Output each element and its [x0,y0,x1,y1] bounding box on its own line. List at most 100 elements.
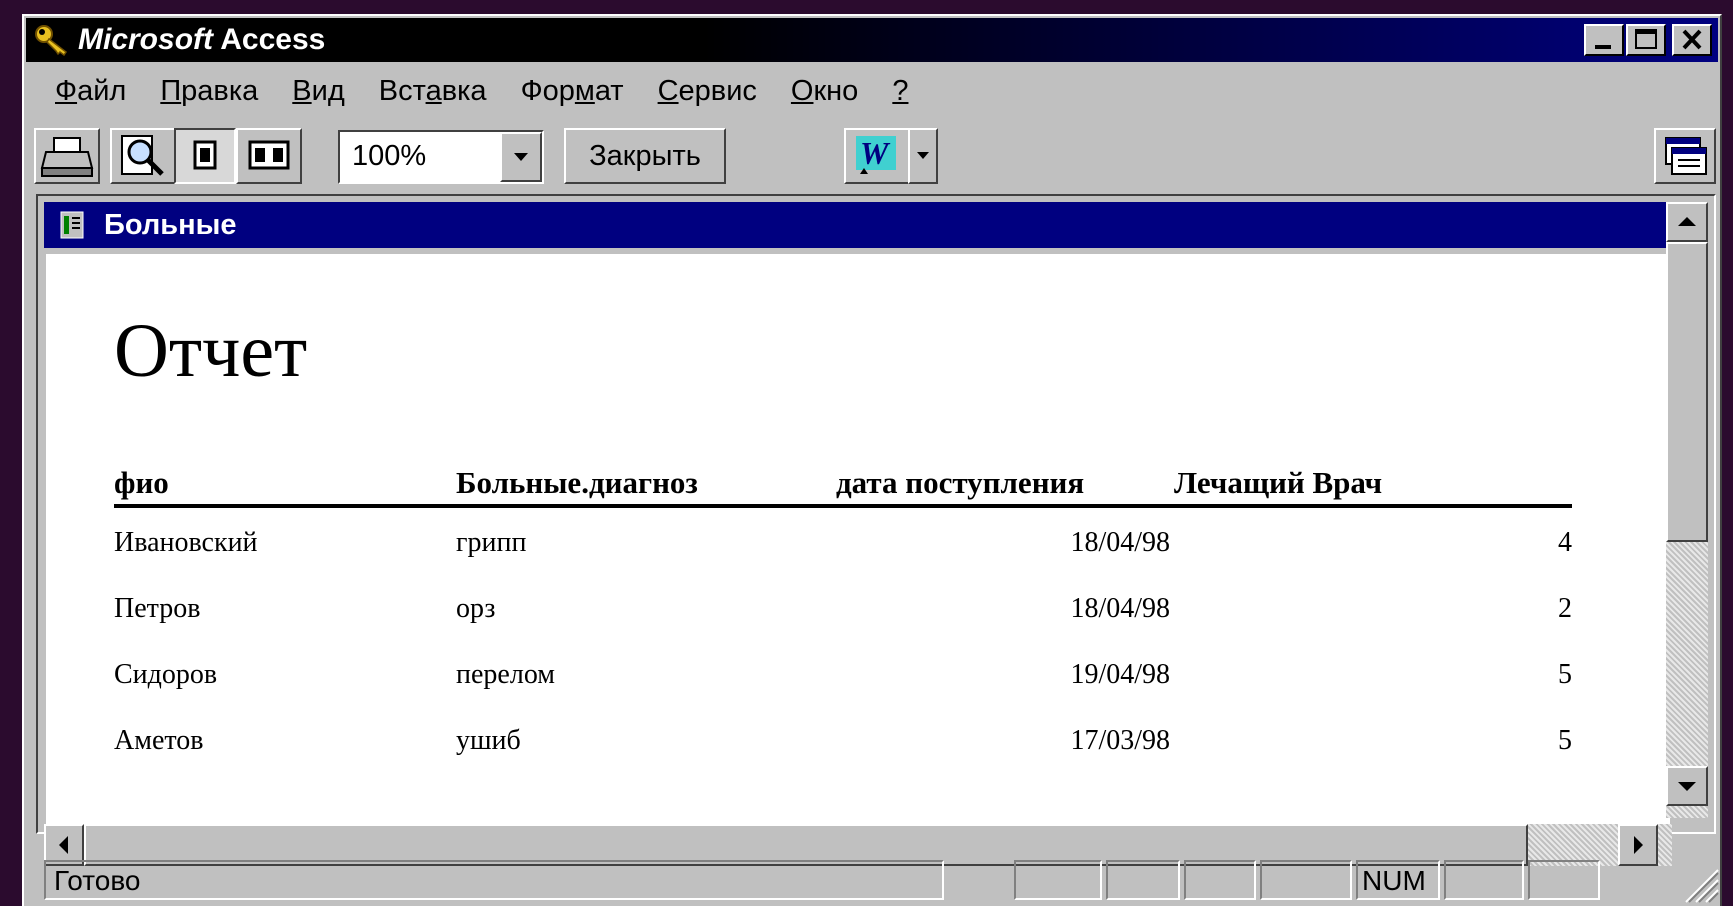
status-indicator-panel [1444,860,1524,900]
app-title-brand: Microsoft [78,23,213,56]
minimize-button[interactable] [1584,24,1624,56]
menu-help-mnemonic: ? [892,75,909,107]
cell-diagnosis: орз [456,593,496,624]
menu-edit-mnemonic: П [160,75,182,107]
access-window: Microsoft Access Файл Правка Вид Вставка… [22,14,1722,906]
arrow-up-icon [1678,217,1696,226]
status-indicator-panel [1260,860,1352,900]
cell-diagnosis: перелом [456,659,555,690]
menu-window-mnemonic: О [790,75,814,107]
office-links-button[interactable]: W [844,128,910,184]
report-page[interactable]: Отчет фио Больные.диагноз дата поступлен… [46,254,1670,824]
menu-tools-mnemonic: С [657,75,679,107]
close-icon [1682,29,1702,50]
status-text: Готово [54,865,141,896]
maximize-button[interactable] [1626,24,1666,56]
report-title: Отчет [114,309,308,393]
menu-insert-suffix: вка [441,75,487,107]
menu-format-prefix: Фор [520,75,575,107]
menu-format-suffix: ат [594,75,624,107]
office-links-dropdown[interactable] [908,128,938,184]
one-page-icon [193,140,217,170]
svg-text:W: W [860,135,891,171]
close-preview-label: Закрыть [589,140,701,172]
status-message-panel: Готово [44,860,944,900]
menu-insert-mnemonic: а [425,75,442,107]
menu-window[interactable]: Окно [774,68,875,112]
two-pages-icon [248,140,290,170]
menu-help[interactable]: ? [875,68,925,112]
menu-bar: Файл Правка Вид Вставка Формат Сервис Ок… [38,68,925,112]
report-window-titlebar[interactable]: Больные [44,202,1672,248]
scroll-down-button[interactable] [1666,766,1708,806]
word-w-icon: W [856,135,896,174]
vertical-scrollbar[interactable] [1666,202,1708,818]
print-button[interactable] [34,128,100,184]
toolbar: 100% Закрыть W [26,120,1718,196]
cell-doctor: 2 [1558,593,1572,624]
cell-admission-date: 18/04/98 [1070,593,1170,624]
cell-doctor: 4 [1558,527,1572,558]
two-pages-button[interactable] [236,128,302,184]
status-bar: Готово NUM [24,854,1720,904]
status-indicator-panel [1014,860,1102,900]
menu-insert[interactable]: Вставка [362,68,504,112]
report-icon [60,211,84,239]
menu-window-suffix: кно [813,75,859,107]
cell-fio: Ивановский [114,527,258,558]
cell-diagnosis: ушиб [456,725,521,756]
header-divider [114,504,1572,508]
report-document-window: Больные Отчет фио Больные.диагноз дата п… [36,194,1716,866]
zoom-preview-button[interactable] [110,128,176,184]
arrow-down-icon [1678,782,1696,791]
scroll-up-button[interactable] [1666,202,1708,242]
resize-grip-icon[interactable] [1680,864,1720,904]
printer-icon [40,137,94,177]
menu-edit-suffix: равка [181,75,259,107]
menu-file-suffix: айл [77,75,127,107]
menu-tools-suffix: ервис [678,75,757,107]
zoom-dropdown-button[interactable] [500,132,542,182]
cell-fio: Сидоров [114,659,218,690]
menu-edit[interactable]: Правка [143,68,275,112]
app-title-product: Access [220,23,326,56]
menu-insert-prefix: Вст [378,75,426,107]
cell-doctor: 5 [1558,659,1572,690]
magnifier-page-icon [121,135,164,176]
menu-tools[interactable]: Сервис [641,68,774,112]
chevron-down-icon [917,152,929,159]
column-header-diagnosis: Больные.диагноз [456,465,698,500]
column-header-doctor: Лечащий Врач [1174,465,1383,500]
menu-format[interactable]: Формат [504,68,641,112]
menu-file-mnemonic: Ф [55,75,78,107]
menu-view-suffix: ид [311,75,345,107]
database-window-button[interactable] [1654,128,1716,184]
menu-view[interactable]: Вид [275,68,361,112]
chevron-down-icon [514,153,528,161]
cell-admission-date: 19/04/98 [1070,659,1170,690]
cell-doctor: 5 [1558,725,1572,756]
access-key-icon [35,25,68,56]
report-window-title: Больные [104,209,237,241]
app-title: Microsoft Access [78,23,325,57]
cell-diagnosis: грипп [456,527,527,558]
database-window-icon [1665,137,1707,175]
menu-view-mnemonic: В [292,75,312,107]
cell-fio: Аметов [114,725,204,756]
zoom-value: 100% [352,140,427,172]
column-header-fio: фио [114,465,169,500]
title-bar[interactable]: Microsoft Access [26,18,1718,62]
menu-file[interactable]: Файл [38,68,143,112]
zoom-combobox[interactable]: 100% [338,130,544,184]
vertical-scroll-thumb[interactable] [1666,242,1708,542]
cell-fio: Петров [114,593,201,624]
close-preview-button[interactable]: Закрыть [564,128,726,184]
minimize-icon [1595,45,1611,49]
one-page-button[interactable] [174,128,236,184]
status-indicator-panel [1528,860,1600,900]
num-lock-text: NUM [1362,865,1426,896]
close-window-button[interactable] [1672,24,1712,56]
status-indicator-panel [1184,860,1256,900]
maximize-icon [1635,29,1657,49]
cell-admission-date: 18/04/98 [1070,527,1170,558]
